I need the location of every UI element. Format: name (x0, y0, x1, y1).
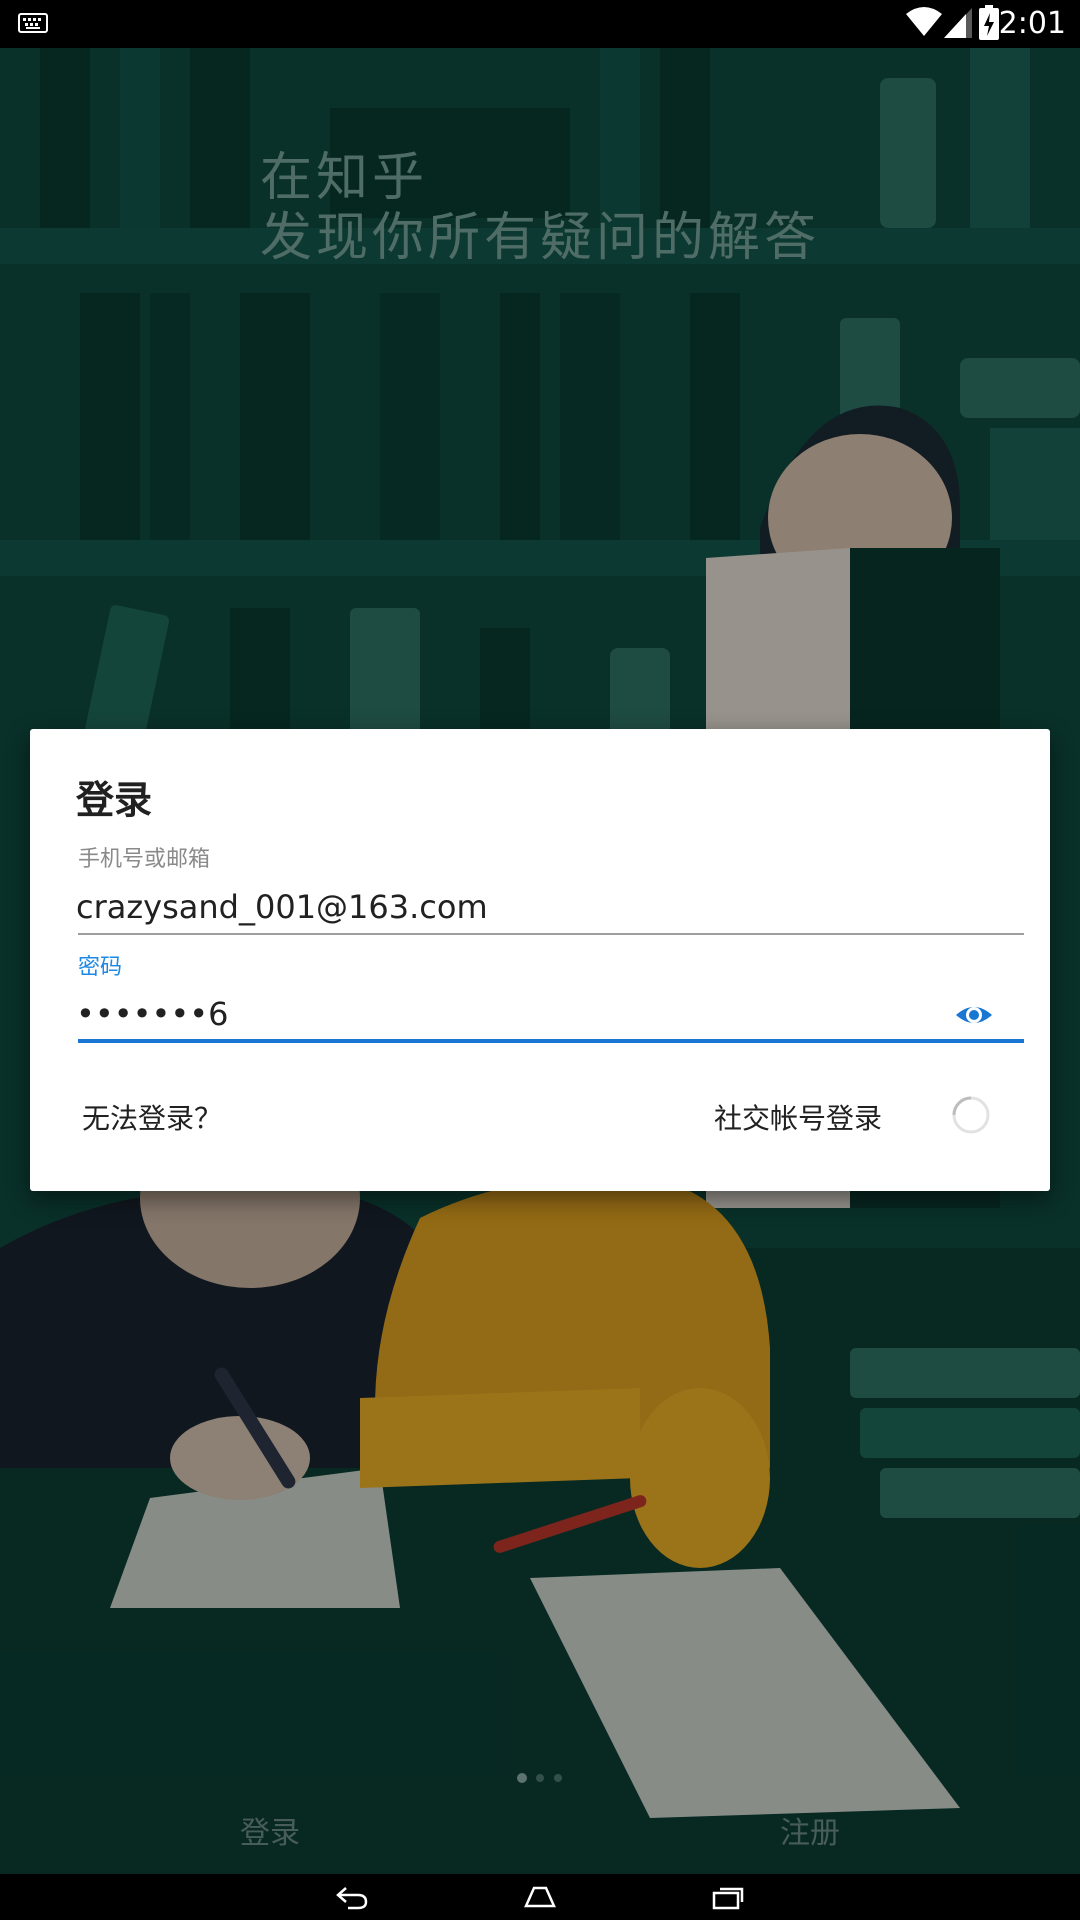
signal-icon (944, 8, 972, 38)
cannot-login-link[interactable]: 无法登录？ (82, 1097, 222, 1137)
password-underline (78, 1039, 1024, 1043)
keyboard-icon (18, 13, 48, 33)
eye-icon[interactable] (952, 993, 996, 1037)
recents-icon[interactable] (708, 1882, 748, 1912)
password-label: 密码 (78, 955, 123, 980)
navigation-bar (0, 1874, 1080, 1920)
battery-charging-icon (979, 5, 999, 40)
home-icon[interactable] (520, 1882, 560, 1912)
login-dialog: 登录 手机号或邮箱 密码 无法登录？ 社交帐号登录 (30, 729, 1050, 1191)
account-underline (78, 933, 1024, 935)
back-icon[interactable] (332, 1882, 372, 1912)
account-input[interactable] (76, 883, 990, 931)
screen: 2:01 在知乎 发现你所有疑问的解答 登录 注册 登录 手机号或邮箱 craz… (0, 0, 1080, 1920)
social-login-button[interactable]: 社交帐号登录 (714, 1097, 882, 1137)
dialog-title: 登录 (76, 778, 153, 822)
loading-spinner-icon (952, 1096, 990, 1134)
status-bar: 2:01 (0, 0, 1080, 48)
wifi-icon (906, 7, 942, 36)
account-label: 手机号或邮箱 (78, 847, 211, 872)
password-input[interactable] (76, 989, 956, 1039)
clock: 2:01 (998, 6, 1066, 41)
